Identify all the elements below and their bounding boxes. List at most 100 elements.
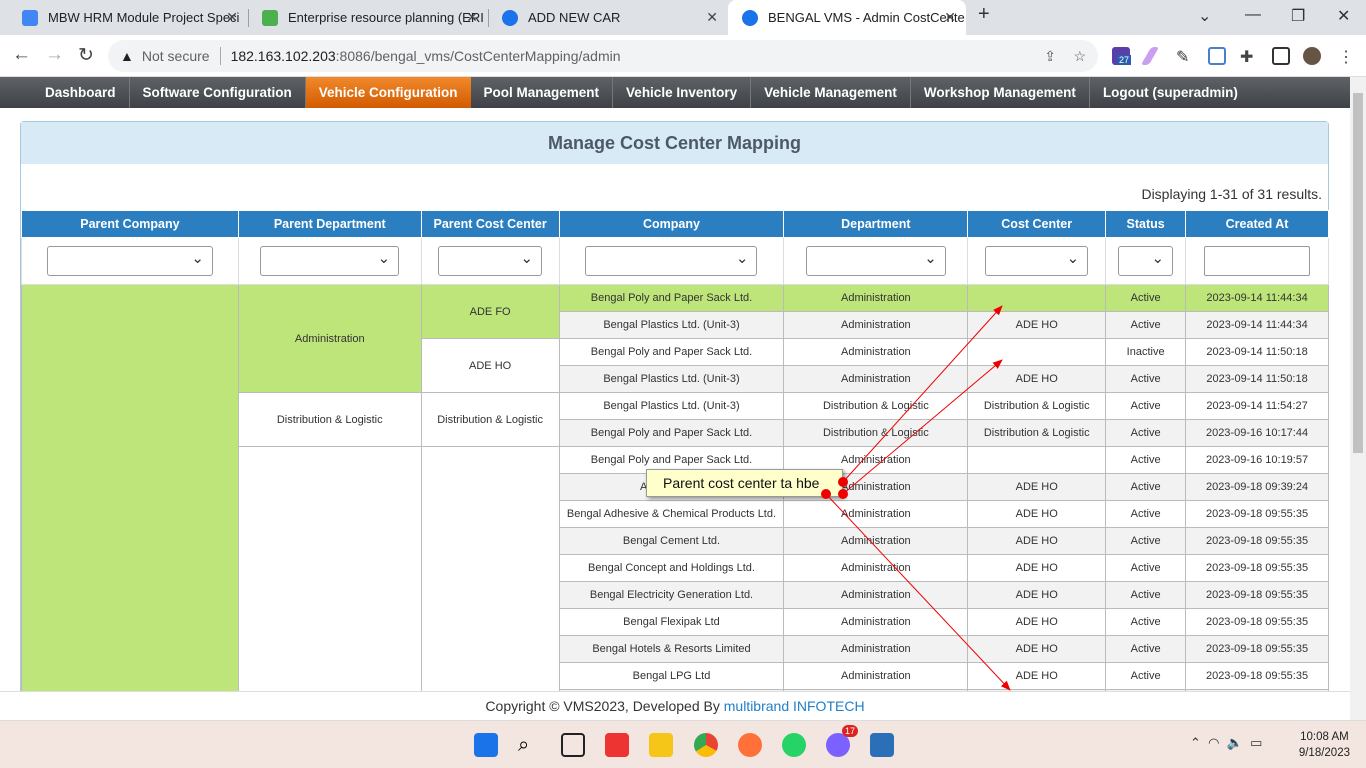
url-input[interactable]: ▲ Not secure 182.163.102.203:8086/bengal… [108,40,1098,72]
file-explorer-icon[interactable] [649,733,673,757]
chrome-icon[interactable] [694,733,718,757]
share-icon[interactable]: ⇪ [1044,48,1056,65]
created-at-cell: 2023-09-18 09:55:35 [1185,662,1329,690]
column-header[interactable]: Created At [1185,210,1329,238]
cost-center-cell [967,338,1107,366]
menu-dashboard[interactable]: Dashboard [32,77,130,108]
created-at-filter[interactable] [1204,246,1311,276]
system-tray-icons[interactable]: ⌃ ◠ 🔈 ▭ [1190,735,1262,751]
cost-center-cell: ADE HO [967,608,1107,636]
parent-cost-center-filter[interactable] [438,246,543,276]
parent-cost-center-cell: ADE HO [420,338,560,393]
search-icon[interactable]: ⌕ [518,733,542,757]
status-cell: Active [1105,365,1187,393]
close-tab-icon[interactable]: ✕ [944,9,956,26]
extension-icon[interactable]: 27 [1112,47,1132,65]
firefox-icon[interactable] [738,733,762,757]
task-view-icon[interactable] [561,733,585,757]
main-menu: Dashboard Software Configuration Vehicle… [0,77,1350,108]
cost-center-cell: ADE HO [967,311,1107,339]
footer: Copyright © VMS2023, Developed By multib… [0,691,1350,720]
column-header[interactable]: Cost Center [967,210,1107,238]
new-tab-button[interactable]: + [978,3,990,26]
column-header[interactable]: Status [1105,210,1187,238]
menu-pool-management[interactable]: Pool Management [471,77,614,108]
windows-start-icon[interactable] [474,733,498,757]
department-cell: Administration [783,608,969,636]
department-cell: Administration [783,500,969,528]
close-tab-icon[interactable]: ✕ [706,9,718,26]
eyedropper-icon[interactable]: ✎ [1176,47,1194,66]
maximize-button[interactable]: ❐ [1291,6,1305,26]
page-icon [262,9,278,26]
menu-vehicle-management[interactable]: Vehicle Management [751,77,911,108]
status-cell: Active [1105,608,1187,636]
page-scrollbar[interactable] [1350,77,1366,720]
anydesk-icon[interactable] [605,733,629,757]
bookmark-star-icon[interactable]: ☆ [1073,48,1086,65]
app-s-icon[interactable] [870,733,894,757]
cost-center-cell: ADE HO [967,581,1107,609]
created-at-cell: 2023-09-14 11:50:18 [1185,338,1329,366]
gear-icon [502,9,518,26]
menu-vehicle-configuration[interactable]: Vehicle Configuration [305,77,471,108]
department-cell: Administration [783,365,969,393]
developer-link[interactable]: multibrand INFOTECH [724,698,865,714]
created-at-cell: 2023-09-14 11:54:27 [1185,392,1329,420]
department-filter[interactable] [805,246,946,276]
side-panel-icon[interactable] [1272,47,1290,65]
more-menu-icon[interactable]: ⋮ [1338,47,1356,66]
minimize-button[interactable]: — [1245,6,1261,24]
menu-logout[interactable]: Logout (superadmin) [1090,77,1251,108]
created-at-cell: 2023-09-18 09:55:35 [1185,554,1329,582]
menu-vehicle-inventory[interactable]: Vehicle Inventory [613,77,752,108]
column-header[interactable]: Company [558,210,785,238]
docs-icon [22,9,38,26]
company-cell: Bengal Poly and Paper Sack Ltd. [558,284,785,312]
company-filter[interactable] [585,246,758,276]
scrollbar-thumb[interactable] [1353,93,1363,453]
browser-tab-active[interactable]: BENGAL VMS - Admin CostCente ✕ [728,0,966,35]
table-row[interactable]: Administration ADE FO Bengal Poly and Pape… [21,284,1329,691]
column-header[interactable]: Parent Department [237,210,422,238]
tab-search-icon[interactable]: ⌄ [1198,6,1211,26]
created-at-cell: 2023-09-18 09:55:35 [1185,581,1329,609]
parent-department-filter[interactable] [260,246,400,276]
browser-tab[interactable]: MBW HRM Module Project Speci ✕ [8,0,248,35]
company-cell: Bengal Cement Ltd. [558,527,785,555]
parent-company-cell [21,284,239,691]
cost-center-cell: ADE HO [967,662,1107,690]
company-cell: Bengal Electricity Generation Ltd. [558,581,785,609]
parent-company-filter[interactable] [46,246,213,276]
status-cell: Active [1105,446,1187,474]
close-tab-icon[interactable]: ✕ [226,9,238,26]
clickup-icon[interactable]: 17 [826,725,858,757]
menu-workshop-management[interactable]: Workshop Management [911,77,1090,108]
column-header[interactable]: Department [783,210,969,238]
status-filter[interactable] [1118,246,1174,276]
clock[interactable]: 10:08 AM 9/18/2023 [1299,729,1350,761]
cost-center-cell: ADE HO [967,527,1107,555]
menu-software-configuration[interactable]: Software Configuration [130,77,306,108]
browser-tab[interactable]: ADD NEW CAR ✕ [488,0,728,35]
calendar-icon[interactable] [1208,47,1226,65]
whatsapp-icon[interactable] [782,733,806,757]
department-cell: Administration [783,554,969,582]
close-tab-icon[interactable]: ✕ [466,9,478,26]
column-header[interactable]: Parent Company [21,210,239,238]
status-cell: Active [1105,473,1187,501]
back-icon[interactable]: ← [12,44,31,66]
forward-icon[interactable]: → [45,44,64,66]
puzzle-extensions-icon[interactable]: ✚ [1240,47,1258,66]
company-cell: Bengal Poly and Paper Sack Ltd. [558,419,785,447]
profile-avatar[interactable] [1303,47,1321,65]
company-cell: Bengal Adhesive & Chemical Products Ltd. [558,500,785,528]
parent-cost-center-cell: ADE FO [420,284,560,339]
browser-tab[interactable]: Enterprise resource planning (ERI ✕ [248,0,488,35]
close-window-button[interactable]: ✕ [1337,6,1350,26]
status-cell: Active [1105,527,1187,555]
cost-center-filter[interactable] [985,246,1089,276]
reload-icon[interactable]: ↻ [78,44,94,67]
feather-extension-icon[interactable] [1140,47,1160,65]
column-header[interactable]: Parent Cost Center [420,210,560,238]
